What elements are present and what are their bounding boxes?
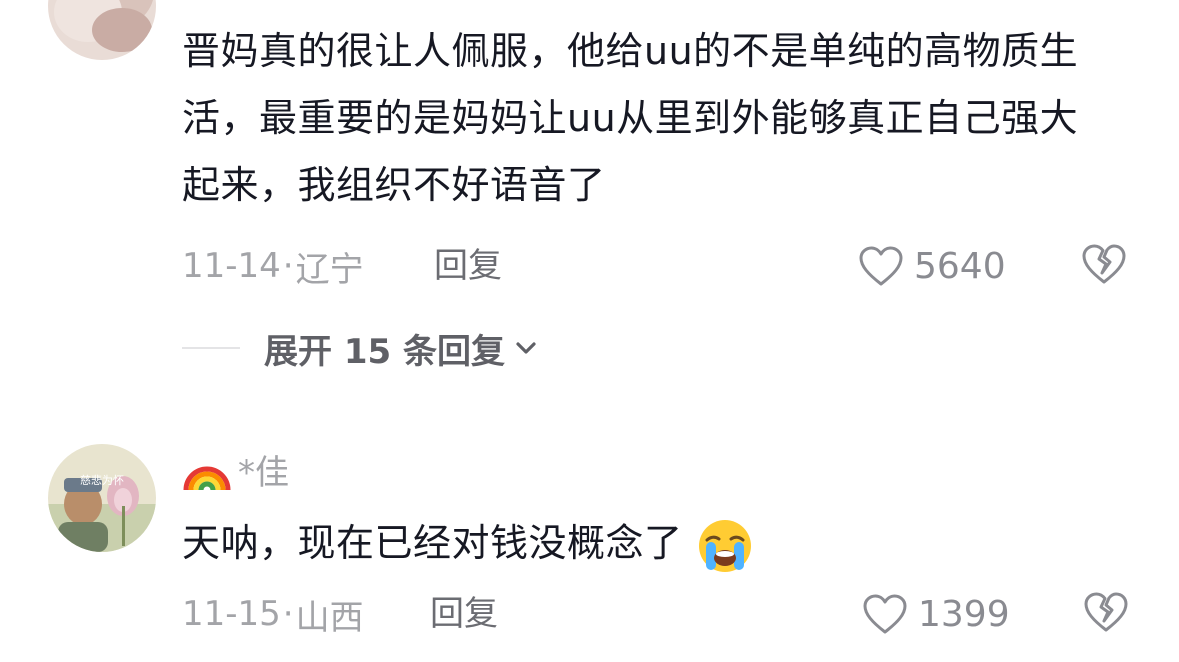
- avatar[interactable]: [48, 0, 156, 60]
- broken-heart-icon: [1084, 592, 1128, 632]
- comment-text: 晋妈真的很让人佩服，他给uu的不是单纯的高物质生活，最重要的是妈妈让uu从里到外…: [182, 29, 1079, 207]
- comment-date: 11-15: [182, 594, 281, 634]
- dislike-button[interactable]: [1082, 590, 1130, 638]
- heart-outline-icon: [859, 246, 903, 286]
- broken-heart-icon: [1082, 244, 1126, 284]
- comment-text-content: 天呐，现在已经对钱没概念了: [182, 521, 683, 565]
- comment-list: 晋妈真的很让人佩服，他给uu的不是单纯的高物质生活，最重要的是妈妈让uu从里到外…: [0, 0, 1179, 662]
- dislike-button[interactable]: [1080, 242, 1128, 290]
- chevron-down-icon: [516, 342, 536, 354]
- comment-location: 辽宁: [295, 249, 364, 290]
- comment-location: 山西: [295, 597, 364, 638]
- divider: [182, 347, 240, 349]
- like-count: 1399: [918, 593, 1010, 635]
- meta-separator: ·: [282, 246, 294, 286]
- like-count: 5640: [914, 245, 1006, 287]
- expand-replies-label: 展开 15 条回复: [264, 331, 505, 372]
- meta-separator: ·: [282, 594, 294, 634]
- comment-meta: 11-15 · 山西: [182, 592, 364, 638]
- like-button[interactable]: 5640: [858, 242, 1006, 290]
- avatar-caption: 慈悲为怀: [80, 473, 124, 487]
- comment-author[interactable]: *佳: [182, 444, 289, 494]
- comment-text: 天呐，现在已经对钱没概念了: [182, 510, 1112, 577]
- reply-button[interactable]: 回复: [430, 592, 498, 636]
- expand-replies-button[interactable]: 展开 15 条回复: [182, 324, 539, 372]
- reply-button[interactable]: 回复: [434, 244, 502, 288]
- comment-date: 11-14: [182, 246, 281, 286]
- avatar[interactable]: 慈悲为怀: [48, 444, 156, 552]
- comment-meta: 11-14 · 辽宁: [182, 244, 364, 290]
- loudly-crying-face-emoji: [699, 519, 752, 572]
- rainbow-emoji: [183, 466, 231, 491]
- heart-outline-icon: [863, 594, 907, 634]
- like-button[interactable]: 1399: [862, 590, 1010, 638]
- comment-author-name: *佳: [238, 452, 289, 493]
